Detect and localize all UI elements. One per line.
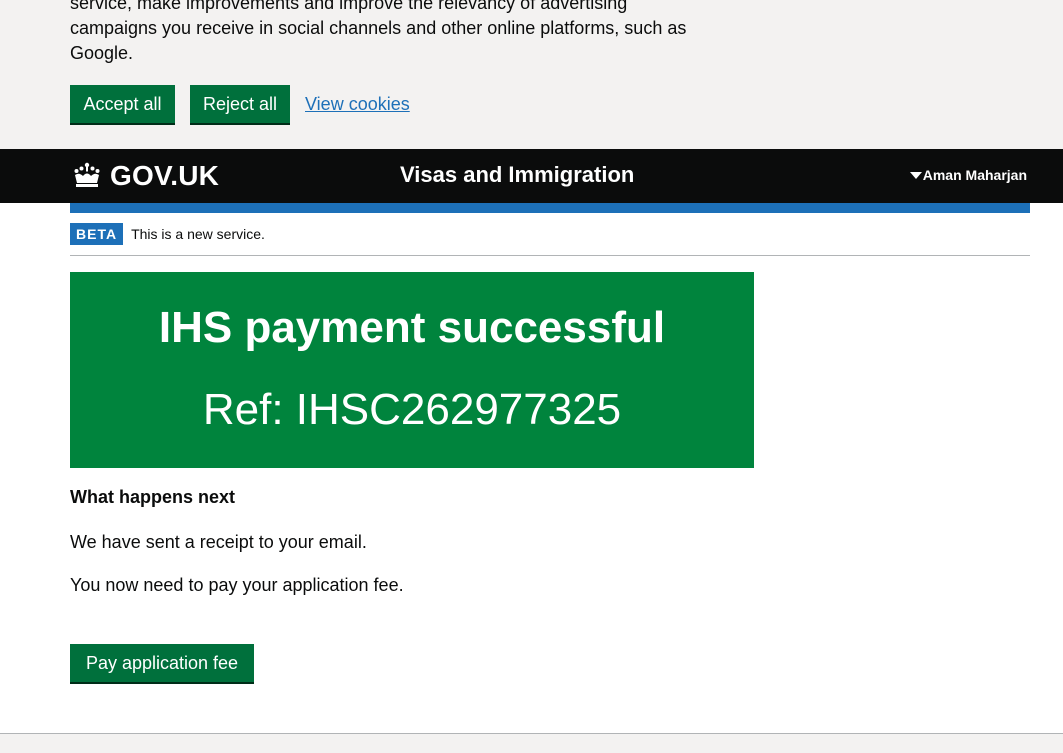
- panel-title: IHS payment successful: [158, 303, 666, 352]
- cookie-message-line: campaigns you receive in social channels…: [70, 18, 687, 38]
- next-steps-heading: What happens next: [70, 487, 236, 507]
- site-header: GOV.UK Visas and Immigration Aman Maharj…: [0, 149, 1063, 203]
- reject-cookies-button[interactable]: Reject all: [190, 85, 290, 123]
- cookie-message: service, make improvements and improve t…: [70, 0, 750, 66]
- cookie-message-line: Google.: [70, 43, 134, 63]
- account-name: Aman Maharjan: [922, 167, 1027, 183]
- pay-application-fee-button[interactable]: Pay application fee: [70, 644, 254, 682]
- beta-tag: BETA: [70, 223, 124, 245]
- view-cookies-link[interactable]: View cookies: [305, 94, 410, 115]
- phase-text: This is a new service.: [131, 226, 265, 242]
- cookie-message-line: service, make improvements and improve t…: [70, 0, 628, 13]
- account-menu[interactable]: Aman Maharjan: [909, 167, 1027, 183]
- fee-message: You now need to pay your application fee…: [70, 575, 404, 595]
- phase-banner: BETA This is a new service.: [70, 223, 1030, 256]
- accept-cookies-button[interactable]: Accept all: [70, 85, 175, 123]
- govuk-logo[interactable]: GOV.UK: [72, 159, 219, 193]
- service-name[interactable]: Visas and Immigration: [400, 162, 634, 188]
- footer: [0, 733, 1063, 753]
- logo-text: GOV.UK: [110, 160, 220, 191]
- crown-icon: [74, 162, 100, 187]
- cookie-banner: service, make improvements and improve t…: [0, 0, 1063, 149]
- cookie-actions: Accept all Reject all View cookies: [70, 84, 410, 124]
- confirmation-panel: IHS payment successful Ref: IHSC26297732…: [70, 272, 754, 468]
- header-accent-bar: [70, 203, 1030, 213]
- caret-down-icon: [909, 171, 922, 179]
- reference-number: Ref: IHSC262977325: [202, 385, 622, 434]
- receipt-message: We have sent a receipt to your email.: [70, 532, 367, 552]
